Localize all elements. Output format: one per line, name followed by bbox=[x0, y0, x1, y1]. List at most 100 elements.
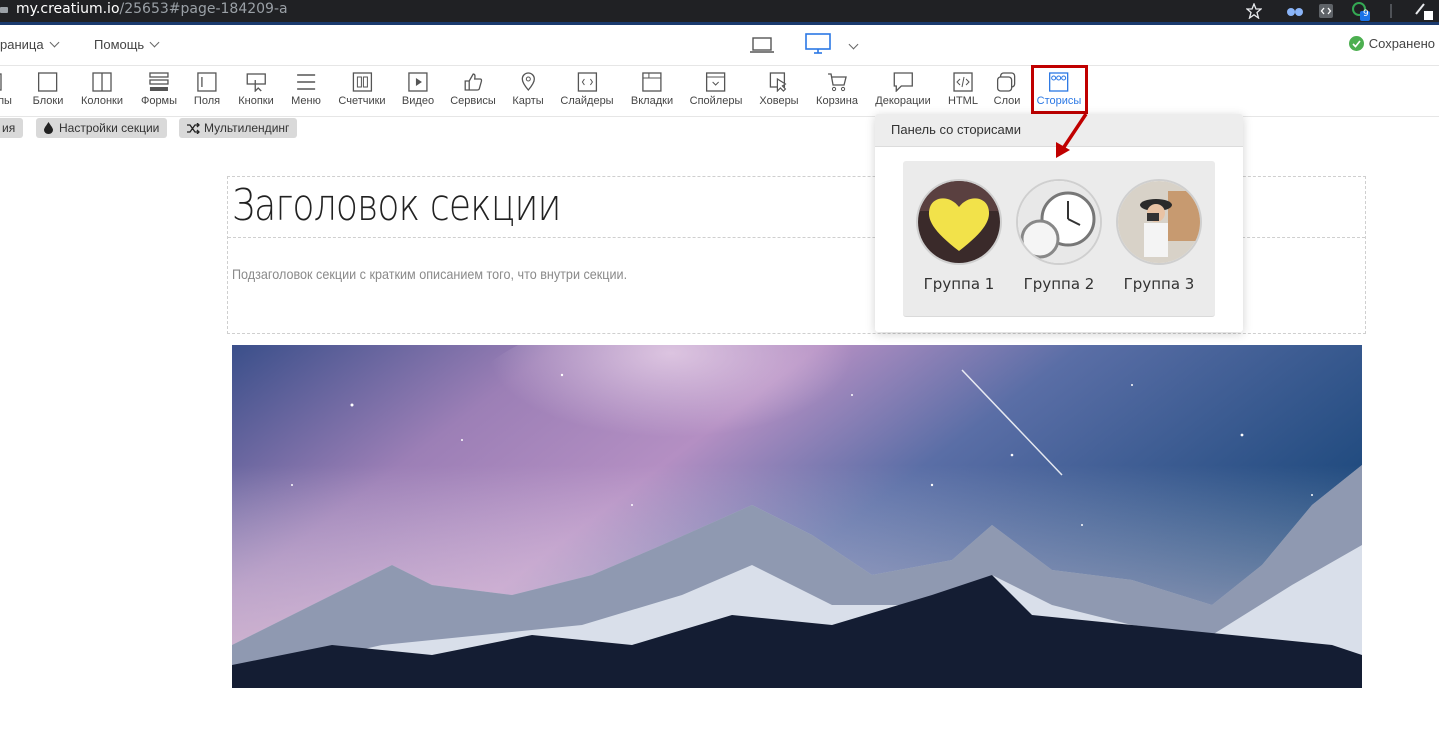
tool-maps[interactable]: Карты bbox=[512, 66, 544, 116]
story-group-3[interactable]: Группа 3 bbox=[1116, 179, 1202, 293]
grid-icon bbox=[0, 73, 2, 91]
code-icon bbox=[953, 72, 973, 92]
tool-decorations[interactable]: Декорации bbox=[875, 66, 931, 116]
mountains-night-sky-image bbox=[232, 345, 1362, 688]
lock-icon bbox=[0, 1, 8, 13]
tool-tabs[interactable]: Вкладки bbox=[631, 66, 673, 116]
tool-spoilers[interactable]: Спойлеры bbox=[689, 66, 743, 116]
tool-blocks[interactable]: Блоки bbox=[32, 66, 64, 116]
tool-label: Колонки bbox=[81, 95, 123, 107]
section-settings-tag[interactable]: Настройки секции bbox=[36, 118, 168, 138]
extension-badge-count: 9 bbox=[1363, 9, 1369, 19]
tool-label: пы bbox=[0, 95, 12, 107]
tool-label: Меню bbox=[291, 95, 321, 107]
square-icon bbox=[38, 72, 58, 92]
story-group-label: Группа 1 bbox=[923, 275, 995, 293]
section-settings-label: Настройки секции bbox=[59, 121, 160, 135]
map-pin-icon bbox=[521, 72, 535, 91]
yellow-heart-image bbox=[918, 181, 1000, 263]
tabs-icon bbox=[642, 72, 662, 92]
stories-widget[interactable]: Группа 1 Группа 2 Группа 3 bbox=[903, 161, 1215, 317]
tool-html[interactable]: HTML bbox=[948, 66, 978, 116]
tool-buttons[interactable]: Кнопки bbox=[238, 66, 274, 116]
browser-address-bar: my.creatium.io/25653#page-184209-a 9 bbox=[0, 0, 1439, 22]
speech-bubble-icon bbox=[893, 72, 913, 92]
tool-label: Карты bbox=[512, 95, 544, 107]
tool-label: Декорации bbox=[875, 95, 931, 107]
url-domain: my.creatium.io bbox=[16, 1, 120, 17]
page-menu-button[interactable]: раница bbox=[0, 37, 60, 52]
tool-menu[interactable]: Меню bbox=[291, 66, 321, 116]
url-field[interactable]: my.creatium.io/25653#page-184209-a bbox=[0, 1, 288, 17]
bookmark-star-icon[interactable] bbox=[1246, 0, 1262, 22]
tool-label: Слои bbox=[993, 95, 1021, 107]
tool-label: Ховеры bbox=[759, 95, 799, 107]
page-menu-label: раница bbox=[0, 37, 44, 52]
story-group-2[interactable]: Группа 2 bbox=[1016, 179, 1102, 293]
field-icon bbox=[197, 72, 217, 92]
url-path: /25653#page-184209-a bbox=[119, 1, 288, 17]
extension-pen-icon[interactable] bbox=[1412, 0, 1434, 22]
play-icon bbox=[408, 72, 428, 92]
tool-groups[interactable]: пы bbox=[0, 66, 15, 116]
extension-code-icon[interactable] bbox=[1318, 0, 1334, 22]
tool-fields[interactable]: Поля bbox=[194, 66, 220, 116]
tool-sliders[interactable]: Слайдеры bbox=[560, 66, 614, 116]
widget-toolbar: пы Блоки Колонки Формы Поля Кнопки Меню … bbox=[0, 66, 1439, 117]
chevron-down-icon bbox=[49, 37, 60, 48]
tool-label: Счетчики bbox=[338, 95, 386, 107]
tool-label: Формы bbox=[140, 95, 178, 107]
section-title[interactable]: Заголовок секции bbox=[232, 180, 561, 231]
hover-cursor-icon bbox=[769, 72, 787, 92]
section-tag-left[interactable]: ия bbox=[0, 118, 24, 138]
editor-top-bar: раница Помощь Сохранено bbox=[0, 25, 1439, 66]
tool-counters[interactable]: Счетчики bbox=[338, 66, 386, 116]
extension-glasses-icon[interactable] bbox=[1286, 0, 1304, 22]
story-group-label: Группа 3 bbox=[1123, 275, 1195, 293]
tool-services[interactable]: Сервисы bbox=[450, 66, 496, 116]
tool-hovers[interactable]: Ховеры bbox=[759, 66, 799, 116]
pocket-watches-image bbox=[1018, 181, 1100, 263]
laptop-view-icon[interactable] bbox=[750, 37, 774, 58]
cart-icon bbox=[828, 73, 847, 92]
section-tag-label: ия bbox=[2, 121, 16, 135]
story-thumbnail bbox=[1116, 179, 1202, 265]
drop-icon bbox=[44, 122, 53, 134]
story-group-1[interactable]: Группа 1 bbox=[916, 179, 1002, 293]
spoiler-icon bbox=[706, 72, 726, 92]
hero-image-mountains[interactable] bbox=[232, 345, 1362, 688]
tool-label: HTML bbox=[948, 95, 978, 107]
story-thumbnail bbox=[916, 179, 1002, 265]
tool-columns[interactable]: Колонки bbox=[81, 66, 123, 116]
menu-icon bbox=[296, 74, 315, 90]
tool-label: Вкладки bbox=[630, 95, 674, 107]
layers-icon bbox=[997, 72, 1016, 92]
tool-forms[interactable]: Формы bbox=[141, 66, 177, 116]
desktop-view-icon[interactable] bbox=[805, 33, 831, 60]
counter-icon bbox=[352, 72, 372, 92]
tool-label: Кнопки bbox=[238, 95, 274, 107]
tool-video[interactable]: Видео bbox=[402, 66, 434, 116]
saved-status: Сохранено bbox=[1348, 36, 1435, 51]
multilanding-tag[interactable]: Мультилендинг bbox=[179, 118, 298, 138]
tool-layers[interactable]: Слои bbox=[993, 66, 1021, 116]
help-menu-button[interactable]: Помощь bbox=[94, 37, 160, 52]
girl-with-camera-image bbox=[1118, 181, 1200, 263]
extension-pin-icon[interactable] bbox=[1384, 0, 1398, 22]
tool-label: Блоки bbox=[32, 95, 64, 107]
slider-icon bbox=[577, 72, 597, 92]
annotation-arrow-icon bbox=[1050, 112, 1090, 167]
device-dropdown-chevron-icon[interactable] bbox=[848, 38, 859, 56]
tool-label: Спойлеры bbox=[689, 95, 743, 107]
form-icon bbox=[149, 72, 169, 91]
columns-icon bbox=[92, 72, 112, 92]
section-subtitle[interactable]: Подзаголовок секции с кратким описанием … bbox=[232, 266, 627, 282]
shuffle-icon bbox=[187, 122, 200, 134]
extension-badge-icon[interactable]: 9 bbox=[1350, 0, 1372, 22]
tool-label: Корзина bbox=[816, 95, 858, 107]
help-menu-label: Помощь bbox=[94, 37, 145, 52]
story-thumbnail bbox=[1016, 179, 1102, 265]
story-group-label: Группа 2 bbox=[1023, 275, 1095, 293]
tool-cart[interactable]: Корзина bbox=[816, 66, 858, 116]
thumbs-up-icon bbox=[464, 73, 482, 91]
